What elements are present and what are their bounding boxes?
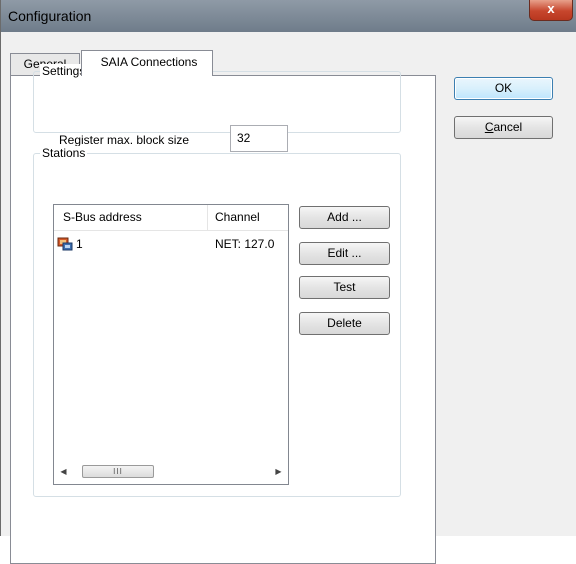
add-station-button-label: Add ...	[327, 210, 362, 224]
horizontal-scrollbar[interactable]: ◀ III ▶	[55, 463, 287, 481]
settings-group: Settings	[33, 64, 401, 133]
delete-station-button-label: Delete	[327, 316, 362, 330]
stations-list[interactable]: S-Bus address Channel 1 NET: 127.0 ◀ III…	[53, 204, 289, 485]
delete-station-button[interactable]: Delete	[299, 312, 390, 335]
close-icon: x	[547, 1, 555, 16]
column-header-s-bus-address[interactable]: S-Bus address	[54, 205, 208, 230]
stations-group-label: Stations	[40, 146, 88, 160]
cancel-label-rest: ancel	[493, 120, 523, 134]
cancel-button[interactable]: Cancel	[454, 116, 553, 139]
row-channel: NET: 127.0	[215, 237, 275, 251]
register-max-block-size-label: Register max. block size	[59, 133, 190, 147]
window-title: Configuration	[8, 8, 92, 24]
station-icon	[57, 237, 73, 251]
scroll-left-arrow-icon[interactable]: ◀	[55, 463, 72, 481]
stations-list-header: S-Bus address Channel	[54, 205, 288, 231]
scroll-thumb[interactable]: III	[82, 465, 154, 478]
list-item[interactable]: 1 NET: 127.0	[54, 234, 288, 254]
register-max-block-size-input[interactable]: 32	[230, 125, 288, 152]
test-station-button[interactable]: Test	[299, 276, 390, 299]
add-station-button[interactable]: Add ...	[299, 206, 390, 229]
ok-button[interactable]: OK	[454, 77, 553, 100]
edit-station-button-label: Edit ...	[327, 246, 362, 260]
tab-saia-connections-label: SAIA Connections	[100, 55, 198, 69]
ok-button-label: OK	[494, 81, 513, 95]
scroll-right-arrow-icon[interactable]: ▶	[270, 463, 287, 481]
scroll-grip-icon: III	[113, 467, 123, 476]
cancel-button-label: Cancel	[485, 120, 522, 134]
test-station-button-label: Test	[333, 280, 356, 294]
close-button[interactable]: x	[529, 0, 573, 21]
configuration-dialog: Configuration x General SAIA Connections…	[0, 0, 576, 564]
column-header-channel[interactable]: Channel	[208, 205, 288, 230]
tab-saia-connections[interactable]: SAIA Connections	[81, 50, 213, 76]
title-bar: Configuration x	[1, 0, 576, 32]
row-s-bus-address: 1	[76, 237, 83, 251]
edit-station-button[interactable]: Edit ...	[299, 242, 390, 265]
